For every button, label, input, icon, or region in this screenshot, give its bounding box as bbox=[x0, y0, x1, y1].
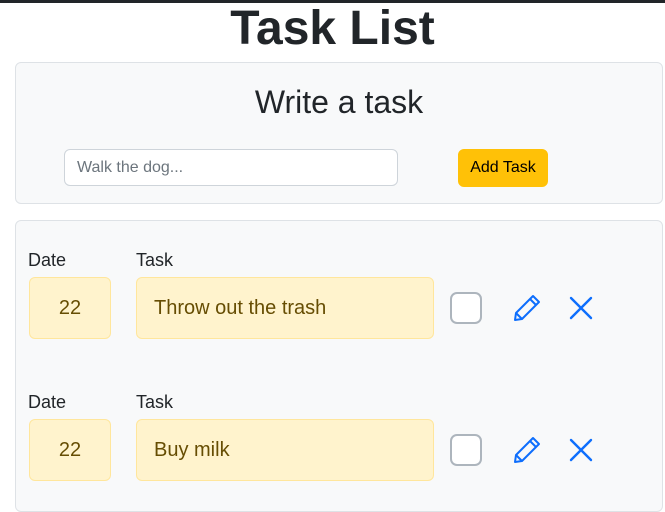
task-text-field[interactable]: Buy milk bbox=[136, 419, 434, 481]
write-task-heading: Write a task bbox=[254, 84, 424, 120]
task-done-checkbox[interactable] bbox=[450, 292, 482, 324]
edit-task-button[interactable] bbox=[510, 291, 544, 325]
edit-task-button[interactable] bbox=[510, 433, 544, 467]
task-list-card: Date Task 22 Throw out the trash Date Ta… bbox=[15, 220, 663, 512]
close-icon bbox=[569, 438, 593, 462]
close-icon bbox=[569, 296, 593, 320]
task-done-checkbox[interactable] bbox=[450, 434, 482, 466]
pencil-icon bbox=[514, 295, 540, 321]
task-row: Date Task 22 Throw out the trash bbox=[16, 249, 662, 349]
task-text-field[interactable]: Throw out the trash bbox=[136, 277, 434, 339]
delete-task-button[interactable] bbox=[564, 433, 598, 467]
date-label: Date bbox=[28, 392, 67, 412]
task-label: Task bbox=[136, 392, 174, 412]
page-title: Task List bbox=[230, 2, 435, 55]
task-date-field[interactable]: 22 bbox=[29, 419, 111, 481]
task-input[interactable] bbox=[64, 149, 398, 186]
delete-task-button[interactable] bbox=[564, 291, 598, 325]
task-label: Task bbox=[136, 250, 174, 270]
write-task-card: Write a task Add Task bbox=[15, 62, 663, 204]
pencil-icon bbox=[514, 437, 540, 463]
date-label: Date bbox=[28, 250, 67, 270]
add-task-button[interactable]: Add Task bbox=[458, 149, 548, 187]
task-date-field[interactable]: 22 bbox=[29, 277, 111, 339]
task-row: Date Task 22 Buy milk bbox=[16, 391, 662, 491]
